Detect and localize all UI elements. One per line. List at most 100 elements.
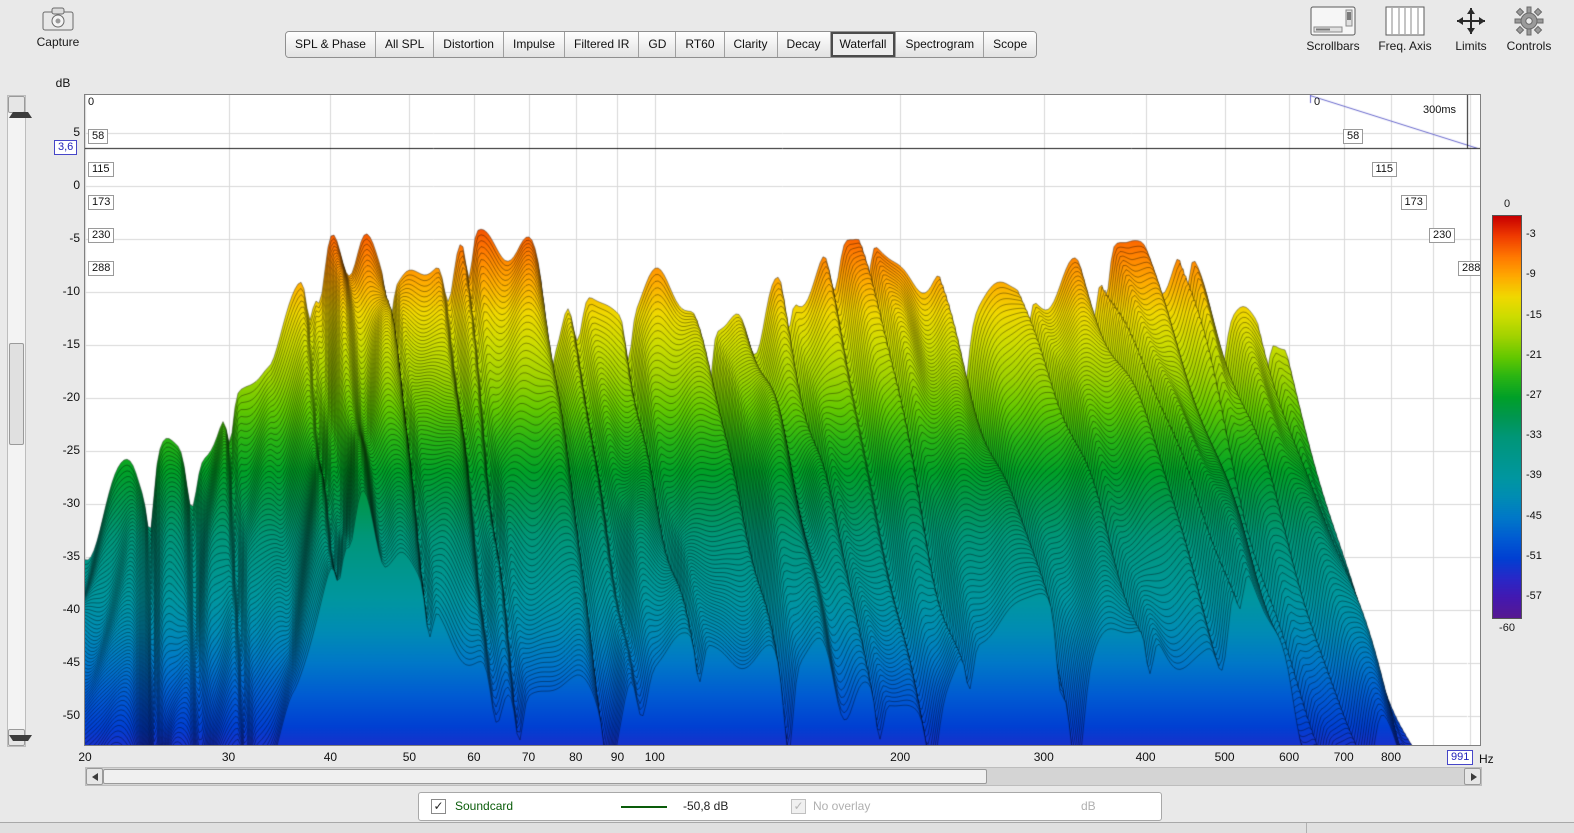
toolbar-right: Scrollbars Freq. Axis Limits Controls [1298, 6, 1558, 53]
db-tick-label: -10 [62, 284, 80, 298]
overlay-label: No overlay [813, 799, 871, 813]
horizontal-scrollbar[interactable] [85, 767, 1482, 786]
camera-icon [28, 6, 88, 32]
scroll-down-button[interactable] [8, 729, 32, 746]
time-label-left: 0 [88, 96, 95, 108]
tab-scope[interactable]: Scope [983, 32, 1037, 57]
freq-tick-label: 30 [221, 750, 236, 764]
tab-clarity[interactable]: Clarity [723, 32, 777, 57]
trace-level-readout: -50,8 dB [683, 799, 729, 813]
freq-tick-label: 400 [1135, 750, 1156, 764]
time-label-left: 230 [88, 227, 115, 243]
trace-name: Soundcard [455, 799, 514, 813]
color-scale-tick-label: -15 [1526, 308, 1542, 321]
limits-button[interactable]: Limits [1442, 6, 1500, 53]
overlay-checkbox[interactable]: ✓ [791, 799, 806, 814]
color-scale-tick-label: -3 [1526, 228, 1536, 241]
db-tick-label: -35 [62, 549, 80, 563]
freq-tick-label: 300 [1033, 750, 1054, 764]
freq-tick-label: 600 [1279, 750, 1300, 764]
status-strip [0, 822, 1574, 833]
tab-all-spl[interactable]: All SPL [374, 32, 434, 57]
freq-axis-icon [1368, 6, 1442, 36]
vertical-scrollbar[interactable] [7, 95, 32, 747]
tab-rt60[interactable]: RT60 [675, 32, 724, 57]
time-label-left: 173 [88, 195, 115, 211]
db-tick-label: -15 [62, 337, 80, 351]
freq-tick-label: 200 [890, 750, 911, 764]
capture-button[interactable]: Capture [28, 6, 88, 49]
tab-waterfall[interactable]: Waterfall [829, 32, 896, 57]
db-tick-label: -30 [62, 496, 80, 510]
scrollbars-label: Scrollbars [1306, 39, 1360, 53]
tab-gd[interactable]: GD [638, 32, 676, 57]
db-tick-label: -40 [62, 602, 80, 616]
rew-window: Capture SPL & Phase All SPL Distortion Impu… [0, 0, 1574, 833]
freq-tick-label: 100 [644, 750, 665, 764]
color-scale-bottom-label: -60 [1499, 622, 1515, 634]
right-arrow-icon [1471, 773, 1477, 781]
graph-tab-bar: SPL & Phase All SPL Distortion Impulse Filte… [285, 31, 1038, 58]
cursor-db-readout: 3,6 [54, 140, 78, 155]
tab-spl-phase[interactable]: SPL & Phase [286, 32, 375, 57]
trace-legend-panel: ✓ Soundcard -50,8 dB ✓ No overlay dB [418, 792, 1162, 821]
freq-tick-label: 50 [402, 750, 417, 764]
limits-label: Limits [1455, 39, 1487, 53]
time-label-right: 288 [1458, 261, 1480, 277]
time-label-left: 58 [88, 129, 109, 145]
controls-button[interactable]: Controls [1500, 6, 1558, 53]
time-label-right: 0 [1314, 96, 1321, 108]
tab-filtered-ir[interactable]: Filtered IR [564, 32, 639, 57]
time-label-right: 115 [1371, 161, 1398, 177]
freq-tick-label: 40 [323, 750, 338, 764]
tab-impulse[interactable]: Impulse [502, 32, 565, 57]
db-tick-label: -20 [62, 390, 80, 404]
up-arrow-icon [9, 97, 32, 118]
color-scale-tick-label: -51 [1526, 549, 1542, 562]
freq-tick-label: 700 [1333, 750, 1354, 764]
db-tick-label: -25 [62, 443, 80, 457]
down-arrow-icon [9, 735, 32, 756]
freq-axis-unit: Hz [1479, 752, 1494, 766]
freq-tick-label: 70 [521, 750, 536, 764]
waterfall-canvas[interactable] [85, 95, 1480, 745]
trace-checkbox[interactable]: ✓ [431, 799, 446, 814]
scroll-right-button[interactable] [1464, 768, 1481, 785]
tab-decay[interactable]: Decay [776, 32, 830, 57]
color-scale-tick-label: -39 [1526, 469, 1542, 482]
cursor-freq-readout: 991 [1447, 750, 1474, 765]
limits-icon [1442, 6, 1500, 36]
overlay-unit-label: dB [1081, 799, 1096, 813]
scroll-up-button[interactable] [8, 96, 32, 118]
capture-label: Capture [36, 35, 80, 49]
db-tick-label: 0 [73, 178, 80, 192]
vertical-scroll-thumb[interactable] [9, 343, 24, 445]
time-label-left: 115 [88, 161, 114, 177]
tab-spectrogram[interactable]: Spectrogram [895, 32, 984, 57]
db-tick-label: -45 [62, 655, 80, 669]
scrollbars-button[interactable]: Scrollbars [1298, 6, 1368, 53]
db-tick-label: -50 [62, 708, 80, 722]
time-label-left: 288 [88, 261, 115, 277]
db-tick-label: 5 [73, 125, 80, 139]
color-scale-tick-label: -21 [1526, 348, 1542, 361]
freq-axis-label: Freq. Axis [1378, 39, 1432, 53]
scrollbars-icon [1298, 6, 1368, 36]
horizontal-scroll-thumb[interactable] [103, 769, 987, 784]
gear-icon [1500, 6, 1558, 36]
color-scale-bar [1492, 215, 1522, 619]
controls-label: Controls [1506, 39, 1552, 53]
left-arrow-icon [92, 773, 98, 781]
freq-axis-button[interactable]: Freq. Axis [1368, 6, 1442, 53]
freq-tick-label: 20 [78, 750, 92, 764]
color-scale-tick-label: -9 [1526, 268, 1536, 281]
color-scale-tick-label: -33 [1526, 429, 1542, 442]
freq-tick-label: 60 [467, 750, 481, 764]
tab-distortion[interactable]: Distortion [433, 32, 503, 57]
waterfall-plot: 0 0 58 58 115 115 173 173 230 230 288 288 300ms [84, 94, 1481, 746]
time-axis-max-label: 300ms [1423, 104, 1457, 116]
color-scale-tick-label: -57 [1526, 589, 1542, 602]
scroll-left-button[interactable] [86, 768, 103, 785]
color-scale-top-label: 0 [1503, 198, 1511, 210]
color-scale-tick-label: -45 [1526, 509, 1542, 522]
